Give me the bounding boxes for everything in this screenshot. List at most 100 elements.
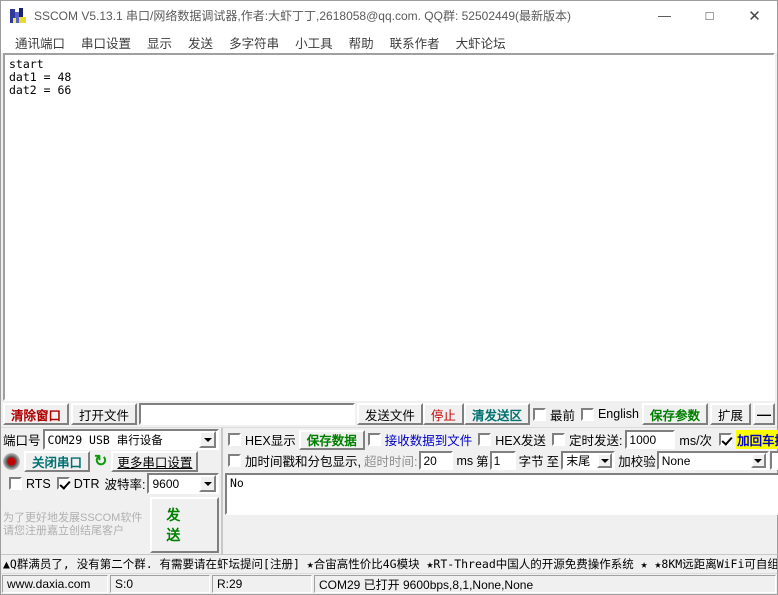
menu-item-send[interactable]: 发送 xyxy=(180,31,221,54)
menu-item-multi-string[interactable]: 多字符串 xyxy=(221,31,287,54)
baud-select[interactable]: 9600 xyxy=(147,473,219,494)
ms-per-time-label: ms/次 xyxy=(679,434,713,448)
timestamp-checkbox-box[interactable] xyxy=(228,454,241,467)
menu-item-display[interactable]: 显示 xyxy=(139,31,180,54)
checksum-extra-input[interactable] xyxy=(769,451,778,470)
extend-button[interactable]: 扩展 xyxy=(709,403,751,425)
menu-item-comm-port[interactable]: 通讯端口 xyxy=(7,31,73,54)
ticker-bar[interactable]: ▲Q群满员了, 没有第二个群. 有需要请在虾坛提问[注册] ★合宙高性价比4G模… xyxy=(1,554,777,573)
topmost-checkbox-box[interactable] xyxy=(532,407,546,421)
send-file-button[interactable]: 发送文件 xyxy=(356,403,423,425)
timeout-input[interactable]: 20 xyxy=(419,451,454,470)
topmost-label: 最前 xyxy=(549,408,575,423)
checksum-select[interactable]: None xyxy=(656,451,769,470)
baud-select-value: 9600 xyxy=(152,476,180,491)
byte-label: 字节 xyxy=(518,455,544,469)
hex-send-label: HEX发送 xyxy=(495,434,546,448)
ms-label: ms xyxy=(456,453,474,468)
file-path-input[interactable] xyxy=(139,403,355,425)
close-button[interactable]: ✕ xyxy=(732,0,777,31)
port-settings-panel: 端口号 COM29 USB 串行设备 关闭串口 ↻ 更多串口设置 RTS DTR… xyxy=(1,428,223,554)
hex-display-label: HEX显示 xyxy=(245,434,296,448)
promo-text: 为了更好地发展SSCOM软件 请您注册嘉立创结尾客户 xyxy=(3,512,142,538)
collapse-button[interactable]: — xyxy=(753,403,775,425)
action-toolbar: 清除窗口 打开文件 发送文件 停止 清发送区 最前 English 保存参数 扩… xyxy=(1,401,777,427)
send-button[interactable]: 发 送 xyxy=(150,497,219,553)
crlf-label: 加回车换行 xyxy=(736,430,778,449)
chevron-down-icon[interactable] xyxy=(750,453,766,468)
hex-send-checkbox-box[interactable] xyxy=(478,433,492,446)
window-title: SSCOM V5.13.1 串口/网络数据调试器,作者:大虾丁丁,2618058… xyxy=(34,9,572,23)
timed-send-interval-input[interactable]: 1000 xyxy=(625,430,676,449)
stop-button[interactable]: 停止 xyxy=(422,403,464,425)
save-data-button[interactable]: 保存数据 xyxy=(298,429,365,450)
menu-item-help[interactable]: 帮助 xyxy=(341,31,382,54)
menu-bar: 通讯端口 串口设置 显示 发送 多字符串 小工具 帮助 联系作者 大虾论坛 xyxy=(1,31,777,53)
chevron-down-icon[interactable] xyxy=(199,431,216,448)
english-label: English xyxy=(597,407,639,421)
refresh-icon[interactable]: ↻ xyxy=(94,453,107,470)
port-select-value: COM29 USB 串行设备 xyxy=(47,432,163,447)
byte-to-select[interactable]: 末尾 xyxy=(561,451,616,470)
byte-to-select-value: 末尾 xyxy=(566,454,591,468)
receive-window[interactable]: start dat1 = 48 dat2 = 66 xyxy=(3,53,775,401)
send-area-input[interactable]: No ▲ xyxy=(225,473,778,515)
chevron-down-icon[interactable] xyxy=(199,475,216,492)
window-controls: — □ ✕ xyxy=(642,0,777,31)
promo-line-2: 请您注册嘉立创结尾客户 xyxy=(3,525,124,537)
status-led-icon xyxy=(3,453,20,470)
status-website[interactable]: www.daxia.com xyxy=(2,575,108,593)
topmost-checkbox[interactable]: 最前 xyxy=(530,405,578,424)
options-row-2: 加时间戳和分包显示, 超时时间: 20 ms 第 1 字节 至 末尾 加校验 N… xyxy=(225,450,778,471)
timed-send-checkbox-box[interactable] xyxy=(551,433,565,446)
dtr-checkbox[interactable]: DTR xyxy=(54,477,103,491)
status-connection-info: COM29 已打开 9600bps,8,1,None,None xyxy=(314,575,776,593)
byte-from-input[interactable]: 1 xyxy=(489,451,516,470)
menu-item-serial-settings[interactable]: 串口设置 xyxy=(73,31,139,54)
english-checkbox[interactable]: English xyxy=(578,407,642,421)
close-port-button[interactable]: 关闭串口 xyxy=(24,451,91,472)
clear-window-button[interactable]: 清除窗口 xyxy=(3,403,70,425)
port-label: 端口号 xyxy=(3,434,41,448)
port-row: 端口号 COM29 USB 串行设备 xyxy=(3,429,219,450)
menu-item-forum[interactable]: 大虾论坛 xyxy=(448,31,514,54)
open-file-button[interactable]: 打开文件 xyxy=(71,403,138,425)
dtr-checkbox-box[interactable] xyxy=(56,477,70,490)
timed-send-checkbox[interactable]: 定时发送: xyxy=(549,430,625,449)
minimize-button[interactable]: — xyxy=(642,0,687,31)
status-sent-count: S:0 xyxy=(110,575,210,593)
rts-checkbox-box[interactable] xyxy=(9,477,22,490)
rts-checkbox[interactable]: RTS xyxy=(3,477,54,491)
app-icon xyxy=(10,7,26,24)
status-received-count: R:29 xyxy=(212,575,312,593)
hex-display-checkbox-box[interactable] xyxy=(228,433,241,446)
recv-to-file-checkbox[interactable]: 接收数据到文件 xyxy=(365,430,476,449)
clear-send-area-button[interactable]: 清发送区 xyxy=(463,403,530,425)
maximize-button[interactable]: □ xyxy=(687,0,732,31)
crlf-checkbox[interactable]: 加回车换行 xyxy=(716,430,778,449)
timestamp-label: 加时间戳和分包显示, xyxy=(245,455,361,469)
timestamp-checkbox[interactable]: 加时间戳和分包显示, xyxy=(225,451,364,470)
status-bar: www.daxia.com S:0 R:29 COM29 已打开 9600bps… xyxy=(1,573,777,594)
hex-display-checkbox[interactable]: HEX显示 xyxy=(225,430,299,449)
recv-to-file-checkbox-box[interactable] xyxy=(367,433,381,446)
save-params-button[interactable]: 保存参数 xyxy=(641,403,708,425)
menu-item-tools[interactable]: 小工具 xyxy=(287,31,341,54)
chevron-down-icon[interactable] xyxy=(597,453,613,468)
port-select[interactable]: COM29 USB 串行设备 xyxy=(42,429,219,450)
promo-send-row: 为了更好地发展SSCOM软件 请您注册嘉立创结尾客户 发 送 xyxy=(3,497,219,553)
bottom-panel: 端口号 COM29 USB 串行设备 关闭串口 ↻ 更多串口设置 RTS DTR… xyxy=(1,427,778,554)
crlf-checkbox-box[interactable] xyxy=(719,433,733,446)
send-area-text: No xyxy=(230,476,244,490)
port-control-row: 关闭串口 ↻ 更多串口设置 xyxy=(3,451,219,472)
more-serial-settings-button[interactable]: 更多串口设置 xyxy=(111,451,199,472)
timed-send-label: 定时发送: xyxy=(568,434,623,448)
baud-label: 波特率: xyxy=(104,478,146,492)
dtr-label: DTR xyxy=(73,476,100,491)
options-panel: HEX显示 保存数据 接收数据到文件 HEX发送 定时发送: 1000 ms/次 xyxy=(223,428,778,554)
menu-item-contact-author[interactable]: 联系作者 xyxy=(382,31,448,54)
english-checkbox-box[interactable] xyxy=(580,407,594,421)
flow-control-row: RTS DTR 波特率: 9600 xyxy=(3,473,219,494)
hex-send-checkbox[interactable]: HEX发送 xyxy=(475,430,549,449)
options-row-1: HEX显示 保存数据 接收数据到文件 HEX发送 定时发送: 1000 ms/次 xyxy=(225,429,778,450)
